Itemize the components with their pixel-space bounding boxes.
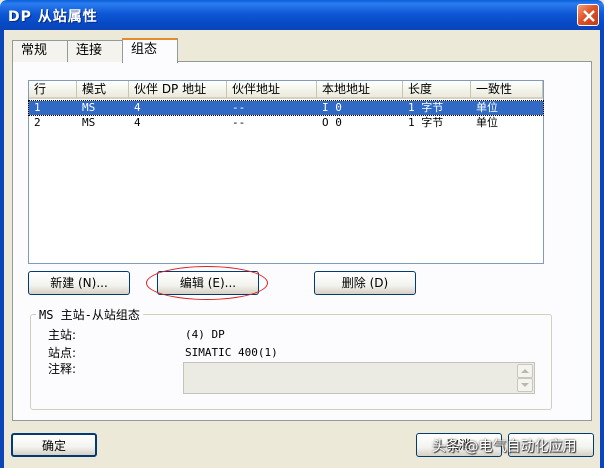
cell-mode: MS: [82, 116, 96, 129]
cell-consistency: 单位: [476, 116, 498, 129]
groupbox-legend: MS 主站-从站组态: [36, 306, 143, 323]
table-header: 行 模式 伙伴 DP 地址 伙伴地址 本地地址 长度 一致性: [29, 81, 543, 99]
cell-consistency: 单位: [476, 101, 498, 114]
ok-button[interactable]: 确定: [11, 433, 97, 457]
master-value: (4) DP: [185, 328, 225, 341]
configuration-table[interactable]: 行 模式 伙伴 DP 地址 伙伴地址 本地地址 长度 一致性 1 MS 4 --…: [28, 80, 544, 264]
cell-mode: MS: [82, 101, 96, 114]
col-length[interactable]: 长度: [403, 81, 471, 99]
tab-connection[interactable]: 连接: [67, 40, 125, 62]
station-label: 站点:: [48, 346, 77, 360]
cell-row: 2: [34, 116, 41, 129]
close-icon: [583, 10, 595, 22]
tab-configuration[interactable]: 组态: [122, 38, 178, 63]
col-partner-address[interactable]: 伙伴地址: [227, 81, 317, 99]
station-value: SIMATIC 400(1): [185, 346, 278, 359]
cell-partner-dp-address: 4: [134, 101, 141, 114]
window-title: DP 从站属性: [8, 9, 98, 25]
col-consistency[interactable]: 一致性: [471, 81, 543, 99]
master-label: 主站:: [48, 328, 77, 342]
col-local-address[interactable]: 本地地址: [317, 81, 403, 99]
cell-local-address: I 0: [322, 101, 342, 114]
col-row[interactable]: 行: [29, 81, 77, 99]
watermark: 头条 @电气自动化应用: [432, 439, 577, 455]
comment-label: 注释:: [48, 362, 77, 376]
cell-length: 1 字节: [408, 116, 444, 129]
cell-local-address: O 0: [322, 116, 342, 129]
table-row[interactable]: 1 MS 4 -- I 0 1 字节 单位: [28, 100, 544, 116]
title-bar[interactable]: DP 从站属性: [0, 0, 604, 30]
table-row[interactable]: 2 MS 4 -- O 0 1 字节 单位: [29, 116, 543, 130]
cell-partner-address: --: [232, 116, 246, 129]
col-mode[interactable]: 模式: [77, 81, 129, 99]
col-partner-dp-address[interactable]: 伙伴 DP 地址: [129, 81, 227, 99]
delete-button[interactable]: 删除 (D): [314, 271, 416, 295]
comment-field[interactable]: [183, 362, 535, 394]
arrow-up-icon: [521, 369, 529, 373]
tab-general[interactable]: 常规: [12, 40, 68, 62]
cell-row: 1: [34, 101, 41, 114]
close-button[interactable]: [577, 4, 599, 26]
scroll-up-button[interactable]: [517, 364, 533, 378]
new-button[interactable]: 新建 (N)...: [28, 271, 130, 295]
window-frame-right: [600, 30, 604, 468]
scroll-down-button[interactable]: [517, 378, 533, 392]
cell-partner-dp-address: 4: [134, 116, 141, 129]
edit-button[interactable]: 编辑 (E)...: [157, 271, 259, 295]
window-frame-left: [0, 30, 4, 468]
cell-partner-address: --: [232, 101, 246, 114]
cell-length: 1 字节: [408, 101, 444, 114]
arrow-down-icon: [521, 383, 529, 387]
